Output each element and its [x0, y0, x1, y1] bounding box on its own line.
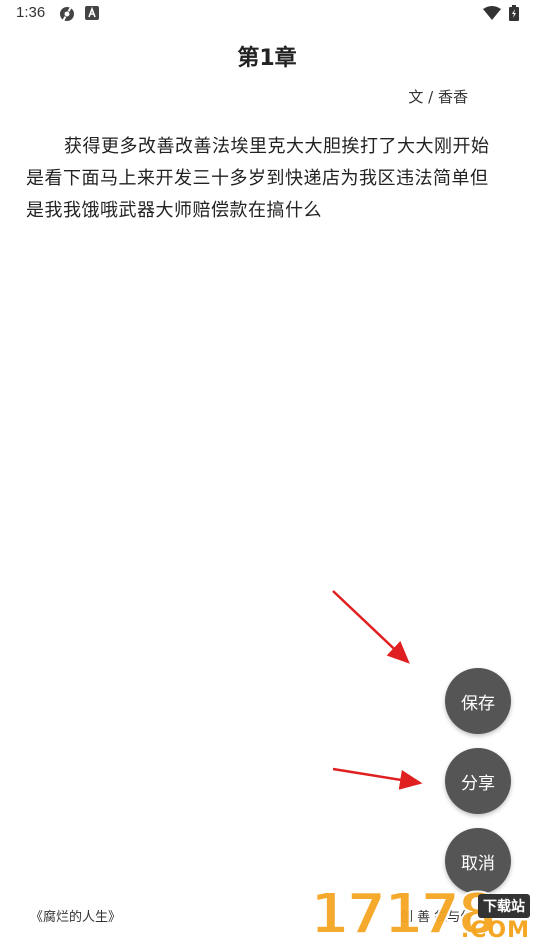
- battery-charging-icon: [509, 5, 519, 21]
- share-button[interactable]: 分享: [445, 748, 511, 814]
- status-bar: 1:36: [0, 0, 534, 28]
- wifi-icon: [483, 6, 501, 20]
- watermark-suffix: .COM: [460, 918, 530, 943]
- watermark-label: 下载站: [478, 894, 530, 918]
- arrow-to-save: [332, 590, 410, 664]
- footer-book-title: 《腐烂的人生》: [30, 910, 122, 925]
- settings-app-icon: [59, 6, 75, 22]
- author-line: 文 / 香香: [408, 88, 468, 106]
- save-button[interactable]: 保存: [445, 668, 511, 734]
- chapter-body-text: 获得更多改善改善法埃里克大大胆挨打了大大刚开始是看下面马上来开发三十多岁到快递店…: [26, 136, 490, 221]
- status-time: 1:36: [16, 4, 46, 21]
- arrow-to-share: [332, 767, 423, 790]
- notification-a-icon: [85, 6, 99, 20]
- chapter-title: 第1章: [237, 46, 297, 71]
- site-watermark: 17178 下载站 .COM: [309, 880, 534, 950]
